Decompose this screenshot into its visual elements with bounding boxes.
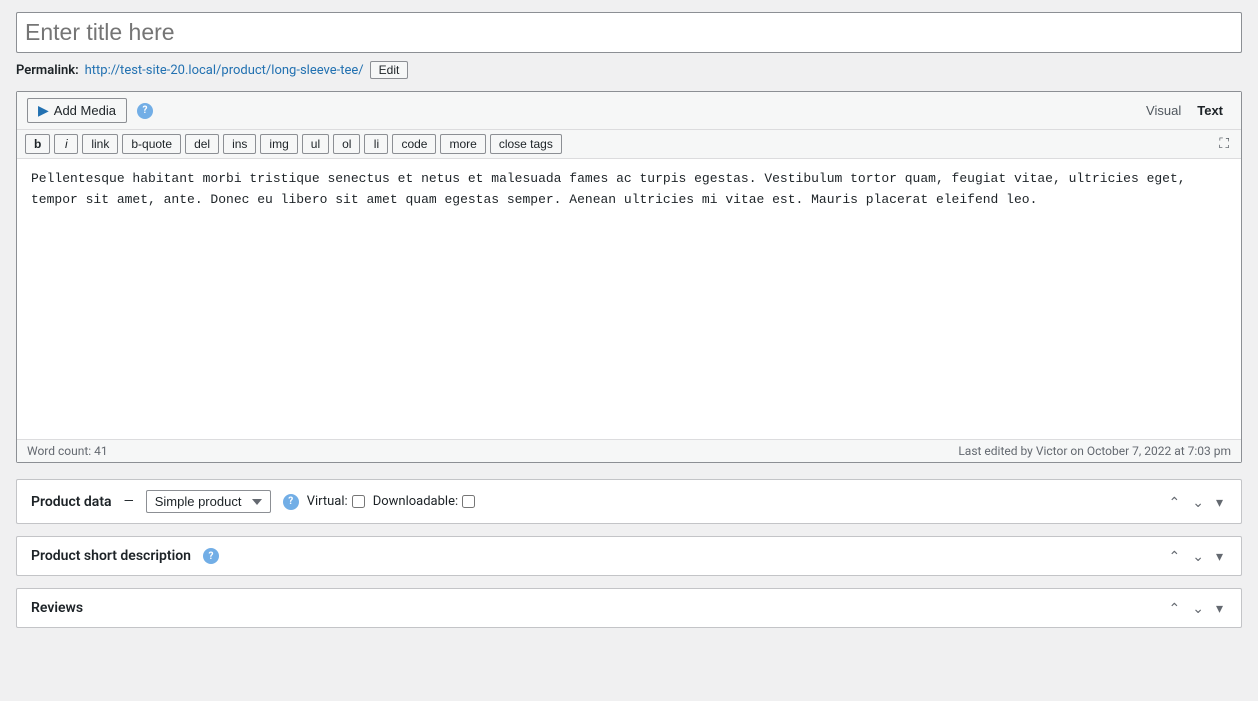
reviews-header: Reviews ⌃ ⌄ ▾	[17, 589, 1241, 627]
reviews-title: Reviews	[31, 600, 83, 616]
product-short-description-controls: ⌃ ⌄ ▾	[1165, 547, 1228, 565]
toolbar-buttons: b i link b-quote del ins img ul ol li co…	[25, 134, 562, 154]
virtual-checkbox-group: Virtual:	[307, 494, 365, 509]
editor-toolbar: b i link b-quote del ins img ul ol li co…	[17, 130, 1241, 159]
psd-toggle[interactable]: ▾	[1212, 547, 1227, 565]
toolbar-li[interactable]: li	[364, 134, 388, 154]
psd-up[interactable]: ⌃	[1165, 547, 1185, 565]
tab-text[interactable]: Text	[1189, 99, 1231, 122]
downloadable-checkbox-group: Downloadable:	[373, 494, 475, 509]
product-data-section: Product data — Simple product ? Virtual:…	[16, 479, 1242, 524]
downloadable-label: Downloadable:	[373, 494, 458, 509]
editor-content[interactable]: Pellentesque habitant morbi tristique se…	[17, 159, 1241, 439]
post-title-input[interactable]: Long Sleeve Tee	[16, 12, 1242, 53]
product-data-help-icon[interactable]: ?	[283, 494, 299, 510]
toolbar-ol[interactable]: ol	[333, 134, 360, 154]
product-data-up[interactable]: ⌃	[1165, 493, 1185, 511]
word-count: Word count: 41	[27, 444, 108, 458]
permalink-edit-button[interactable]: Edit	[370, 61, 409, 79]
toolbar-ins[interactable]: ins	[223, 134, 256, 154]
toolbar-italic[interactable]: i	[54, 134, 78, 154]
toolbar-del[interactable]: del	[185, 134, 219, 154]
reviews-up[interactable]: ⌃	[1165, 599, 1185, 617]
editor-help-icon[interactable]: ?	[137, 103, 153, 119]
toolbar-bquote[interactable]: b-quote	[122, 134, 181, 154]
toolbar-close-tags[interactable]: close tags	[490, 134, 562, 154]
permalink-label: Permalink:	[16, 63, 79, 78]
downloadable-checkbox[interactable]	[462, 495, 475, 508]
last-edited: Last edited by Victor on October 7, 2022…	[958, 444, 1231, 458]
virtual-checkbox[interactable]	[352, 495, 365, 508]
product-data-toggle[interactable]: ▾	[1212, 493, 1227, 511]
toolbar-ul[interactable]: ul	[302, 134, 329, 154]
product-type-select[interactable]: Simple product	[146, 490, 271, 513]
toolbar-more[interactable]: more	[440, 134, 485, 154]
media-icon: ▶	[38, 102, 49, 119]
product-short-description-header: Product short description ? ⌃ ⌄ ▾	[17, 537, 1241, 575]
product-data-down[interactable]: ⌄	[1188, 493, 1208, 511]
virtual-label: Virtual:	[307, 494, 348, 509]
reviews-down[interactable]: ⌄	[1188, 599, 1208, 617]
toolbar-link[interactable]: link	[82, 134, 118, 154]
product-data-header: Product data — Simple product ? Virtual:…	[17, 480, 1241, 523]
product-data-title: Product data	[31, 494, 112, 510]
editor-wrapper: ▶ Add Media ? Visual Text b i link b-quo…	[16, 91, 1242, 463]
tab-visual[interactable]: Visual	[1138, 99, 1189, 122]
product-short-description-help-icon[interactable]: ?	[203, 548, 219, 564]
reviews-toggle[interactable]: ▾	[1212, 599, 1227, 617]
product-data-dash: —	[124, 494, 134, 509]
editor-footer: Word count: 41 Last edited by Victor on …	[17, 439, 1241, 462]
product-short-description-section: Product short description ? ⌃ ⌄ ▾	[16, 536, 1242, 576]
product-data-controls: ⌃ ⌄ ▾	[1165, 493, 1228, 511]
toolbar-img[interactable]: img	[260, 134, 297, 154]
psd-down[interactable]: ⌄	[1188, 547, 1208, 565]
reviews-controls: ⌃ ⌄ ▾	[1165, 599, 1228, 617]
permalink-url[interactable]: http://test-site-20.local/product/long-s…	[85, 63, 364, 78]
add-media-button[interactable]: ▶ Add Media	[27, 98, 127, 123]
product-short-description-title: Product short description	[31, 548, 191, 564]
toolbar-code[interactable]: code	[392, 134, 436, 154]
add-media-label: Add Media	[54, 103, 116, 118]
fullscreen-icon[interactable]: ⛶	[1215, 134, 1233, 154]
editor-top-bar: ▶ Add Media ? Visual Text	[17, 92, 1241, 130]
reviews-section: Reviews ⌃ ⌄ ▾	[16, 588, 1242, 628]
toolbar-bold[interactable]: b	[25, 134, 50, 154]
visual-text-tabs: Visual Text	[1138, 99, 1231, 122]
